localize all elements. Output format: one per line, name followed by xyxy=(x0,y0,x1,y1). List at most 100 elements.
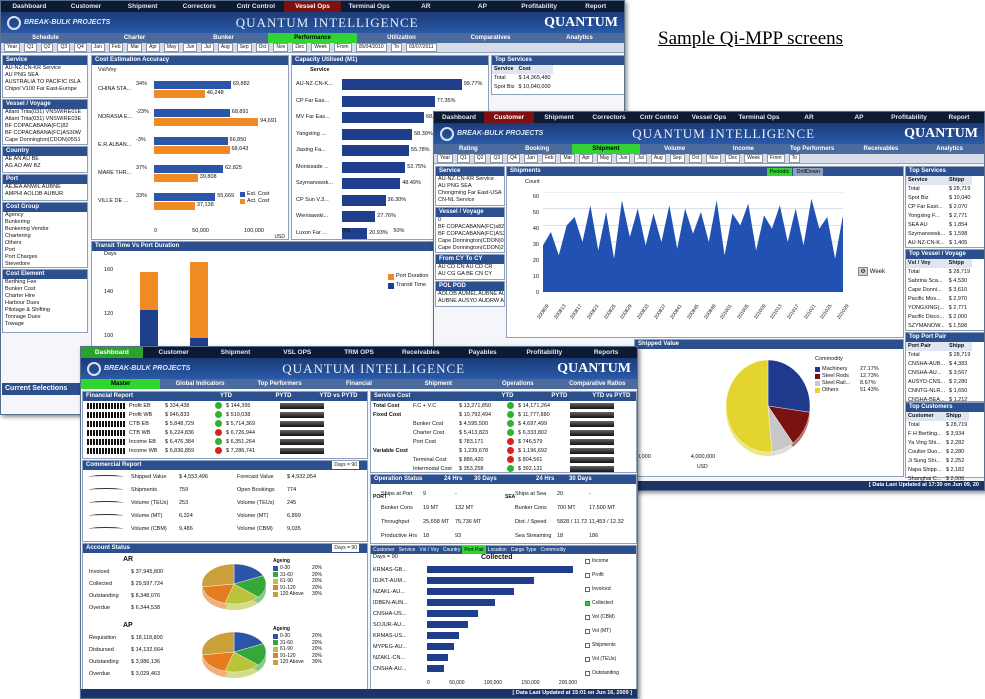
list-item[interactable]: Cape Donnington(CDON)05S1 xyxy=(3,137,87,144)
time-filter-item[interactable]: Oct xyxy=(255,43,270,52)
table-row[interactable]: Sabrina Sca... $ 4,530 xyxy=(906,277,972,286)
chart-tab[interactable]: Periodic xyxy=(766,168,793,176)
list-item[interactable]: Port xyxy=(3,247,87,254)
checkbox-icon[interactable] xyxy=(585,642,590,648)
list-item[interactable]: Bunker Cost xyxy=(3,286,87,293)
account-row[interactable]: Outstanding $ 8,348,076 xyxy=(89,590,163,602)
time-filter-item[interactable]: Sep xyxy=(236,43,252,52)
nav-item[interactable]: Dashboard xyxy=(434,112,484,123)
checkbox-icon[interactable] xyxy=(585,628,590,634)
account-row[interactable]: Invoiced $ 37,945,800 xyxy=(89,566,163,578)
nav-item[interactable]: Financial xyxy=(319,379,398,389)
nav-item[interactable]: Operations xyxy=(478,379,557,389)
table-row[interactable]: Coulter Duo... $ 2,280 xyxy=(906,448,969,457)
nav-item[interactable]: Top Performers xyxy=(778,144,847,154)
financial-row[interactable]: CTB WB $ 6,224,836 $ 6,726,944 xyxy=(83,428,367,437)
time-filter-item[interactable]: May xyxy=(596,154,613,163)
table-row[interactable]: Spot Biz $ 10,040 xyxy=(906,194,972,203)
table-row[interactable]: Spot Biz $ 10,040,000 xyxy=(492,83,553,92)
nav-item[interactable]: Terminal Ops xyxy=(341,1,398,12)
table-row[interactable]: SEA AU $ 1,854 xyxy=(906,221,972,230)
list-item[interactable]: Charter Hire xyxy=(3,293,87,300)
time-filter-item[interactable]: Q4 xyxy=(507,154,520,163)
time-filter-item[interactable]: Q3 xyxy=(490,154,504,163)
metric-checkbox[interactable]: Collected xyxy=(585,596,619,610)
nav-item[interactable]: Receivables xyxy=(390,347,452,358)
nav-item[interactable]: Performance xyxy=(268,33,357,43)
nav-item[interactable]: Payables xyxy=(452,347,514,358)
table-row[interactable]: YONGXING(... $ 2,771 xyxy=(906,304,972,313)
commodity-slice[interactable] xyxy=(725,359,772,453)
w1-current-selections[interactable]: Current Selections xyxy=(2,383,88,395)
list-item[interactable]: AG AO AW BZ xyxy=(3,163,87,170)
time-filter-item[interactable]: To xyxy=(390,43,402,52)
list-item[interactable]: AU-NZ-CN-KR Service xyxy=(436,176,504,183)
time-filter-item[interactable]: Week xyxy=(311,43,330,52)
collected-row[interactable]: CNSHA-US... xyxy=(373,608,573,619)
collected-row[interactable]: NZAKL-AU... xyxy=(373,586,573,597)
time-filter-item[interactable]: Year xyxy=(4,43,21,52)
list-item[interactable]: Bunkering Vendor xyxy=(3,226,87,233)
time-filter-item[interactable]: Mar xyxy=(560,154,576,163)
list-item[interactable]: AU-NZ-CN-KR Service xyxy=(3,65,87,72)
collected-row[interactable]: KRMAS-US... xyxy=(373,630,573,641)
nav-item[interactable]: Customer xyxy=(484,112,534,123)
nav-item[interactable]: Profitability xyxy=(513,347,575,358)
table-row[interactable]: Ya Ving Shi... $ 2,282 xyxy=(906,439,969,448)
collected-row[interactable]: NZAKL-CN... xyxy=(373,652,573,663)
financial-row[interactable]: Income WB $ 6,836,859 $ 7,286,741 xyxy=(83,446,367,455)
time-filter-item[interactable]: Q2 xyxy=(473,154,487,163)
time-filter-item[interactable]: Nov xyxy=(273,43,289,52)
time-filter-item[interactable]: Aug xyxy=(650,154,666,163)
list-item[interactable]: Tonnage Dues xyxy=(3,314,87,321)
list-item[interactable]: Pilotage & Shifting xyxy=(3,307,87,314)
financial-row[interactable]: CTB EB $ 5,848,729 $ 5,714,369 xyxy=(83,419,367,428)
list-item[interactable]: Cape Donnington(CDON)200n xyxy=(436,245,504,252)
service-cost-row[interactable]: Terminal Cost $ 886,420 $ 804,561 xyxy=(371,455,636,464)
service-cost-row[interactable]: Intermodal Cost $ 353,258 $ 392,131 xyxy=(371,464,636,473)
commercial-days-select[interactable]: Days = 90 xyxy=(332,461,359,469)
commercial-row[interactable]: Volume (CBM) 9,486 Volume (CBM) 9,035 xyxy=(83,522,367,535)
list-item[interactable]: AU CG GA BE CN CY xyxy=(436,271,504,278)
time-filter-item[interactable]: Q1 xyxy=(457,154,470,163)
list-item[interactable]: Agency xyxy=(3,212,87,219)
checkbox-icon[interactable] xyxy=(585,586,590,592)
table-row[interactable]: AUSYD-CNS... $ 2,280 xyxy=(906,378,972,387)
table-row[interactable]: CNNTG-NLR... $ 1,650 xyxy=(906,387,972,396)
time-filter-item[interactable]: Aug xyxy=(217,43,233,52)
chart-tab[interactable]: DrillDown xyxy=(793,168,823,176)
nav-item[interactable]: VSL OPS xyxy=(266,347,328,358)
account-row[interactable]: Overdue $ 6,344,538 xyxy=(89,602,163,614)
collected-row[interactable]: KRMAS-GB... xyxy=(373,564,573,575)
collected-tab[interactable]: Service xyxy=(397,546,418,554)
table-row[interactable]: Szymanowsk... $ 1,598 xyxy=(906,230,972,239)
time-filter-item[interactable]: From xyxy=(766,154,785,163)
list-item[interactable]: AUSTRALIA TO PACIFIC ISLA xyxy=(3,79,87,86)
account-row[interactable]: Requisition $ 18,118,800 xyxy=(89,632,163,644)
nav-item[interactable]: Vessel Ops xyxy=(284,1,341,12)
account-row[interactable]: Overdue $ 3,029,463 xyxy=(89,668,163,680)
time-filter-item[interactable]: Jun xyxy=(616,154,631,163)
time-filter-item[interactable]: Feb xyxy=(541,154,557,163)
list-item[interactable]: Chipol V100 Far East-Europe xyxy=(3,86,87,93)
collected-row[interactable]: IDJKT-AUM... xyxy=(373,575,573,586)
checkbox-icon[interactable] xyxy=(585,656,590,662)
time-filter-item[interactable]: Q4 xyxy=(74,43,87,52)
service-cost-row[interactable]: Variable Cost $ 1,239,678 $ 1,196,692 xyxy=(371,446,636,455)
nav-item[interactable]: Receivables xyxy=(847,144,916,154)
nav-item[interactable]: Utilization xyxy=(357,33,446,43)
nav-item[interactable]: Customer xyxy=(58,1,115,12)
list-item[interactable]: Bunkering xyxy=(3,219,87,226)
list-item[interactable]: Stevedore xyxy=(3,261,87,268)
table-row[interactable]: Total $ 14,365,480 xyxy=(492,74,553,83)
table-row[interactable]: Total $ 28,719 xyxy=(906,268,972,277)
checkbox-icon[interactable] xyxy=(585,558,590,564)
collected-tab[interactable]: Vsl / Voy xyxy=(417,546,440,554)
ageing-slice[interactable] xyxy=(201,563,235,588)
table-row[interactable]: CP Far East... $ 2,070 xyxy=(906,203,972,212)
time-filter-item[interactable]: To xyxy=(788,154,800,163)
nav-item[interactable]: AR xyxy=(397,1,454,12)
nav-item[interactable]: Income xyxy=(709,144,778,154)
metric-checkbox[interactable]: Vol (MT) xyxy=(585,624,619,638)
time-filter-item[interactable]: Sep xyxy=(669,154,685,163)
